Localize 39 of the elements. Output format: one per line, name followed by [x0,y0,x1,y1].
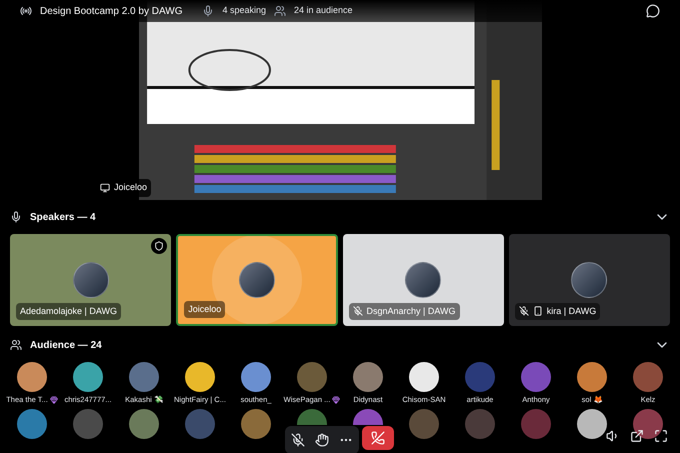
mic-icon [10,211,22,223]
speaker-name: kira | DAWG [546,304,596,318]
chat-icon[interactable] [646,4,660,18]
avatar[interactable] [633,409,663,440]
audience-icon [274,5,286,17]
speaking-count: 4 speaking [222,4,266,18]
screen-share-icon [100,182,110,193]
stream-owner-name: Joiceloo [114,181,148,194]
avatar [571,262,608,298]
audience-icon [10,339,22,351]
audience-heading: Audience — 24 [30,338,102,352]
mic-icon [202,5,214,17]
mic-off-icon [291,433,305,447]
speaker-tile[interactable]: DsgnAnarchy | DAWG [342,234,504,326]
avatar[interactable] [73,362,103,392]
speaker-tile[interactable]: kira | DAWG [508,234,670,326]
stage-title: Design Bootcamp 2.0 by DAWG [40,4,182,18]
avatar[interactable] [577,409,607,440]
fullscreen-icon[interactable] [654,429,668,443]
avatar [72,262,109,298]
avatar [405,262,442,298]
avatar [238,262,275,298]
audience-count: 24 in audience [294,4,353,18]
avatar[interactable] [577,362,607,392]
avatar[interactable] [17,362,47,392]
pop-out-icon[interactable] [630,429,644,443]
leave-button[interactable] [362,426,394,450]
avatar[interactable] [409,362,439,392]
speaker-name: Adedamolajoke | DAWG [20,304,118,318]
speaker-name: Joiceloo [188,302,222,316]
hand-icon [315,433,329,447]
speaker-name: DsgnAnarchy | DAWG [366,304,456,318]
avatar[interactable] [241,362,271,392]
speaker-tile[interactable]: Joiceloo [176,234,338,326]
speakers-heading: Speakers — 4 [30,210,96,224]
avatar[interactable] [185,362,215,392]
phone-off-icon [371,431,385,445]
stage-icon [20,5,32,17]
speaker-tile[interactable]: Adedamolajoke | DAWG [10,234,172,326]
